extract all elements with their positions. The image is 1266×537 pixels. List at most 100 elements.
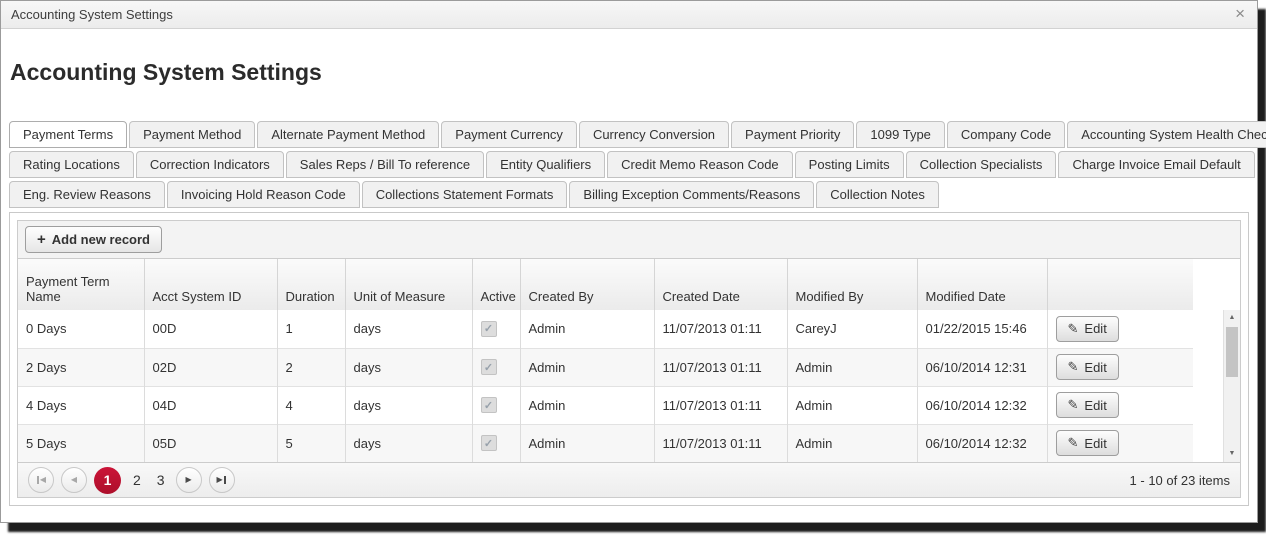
tab-alternate-payment-method[interactable]: Alternate Payment Method xyxy=(257,121,439,148)
grid-header: Payment Term NameAcct System IDDurationU… xyxy=(18,259,1240,310)
cell-unit-of-measure: days xyxy=(345,386,472,424)
grid-rows-area: 0 Days00D1days✓Admin11/07/2013 01:11Care… xyxy=(18,310,1240,462)
column-header-unit-of-measure[interactable]: Unit of Measure xyxy=(345,259,472,310)
tab-collection-specialists[interactable]: Collection Specialists xyxy=(906,151,1057,178)
cell-created-by: Admin xyxy=(520,424,654,462)
payment-terms-grid: + Add new record Payment Term NameAcct S… xyxy=(17,220,1241,498)
active-checkbox: ✓ xyxy=(481,321,497,337)
current-page-indicator: 1 xyxy=(94,467,121,494)
first-page-button[interactable]: ◀ xyxy=(28,467,54,493)
page-link-3[interactable]: 3 xyxy=(153,472,169,488)
column-header-modified-date[interactable]: Modified Date xyxy=(917,259,1047,310)
tab-currency-conversion[interactable]: Currency Conversion xyxy=(579,121,729,148)
column-header-payment-term-name[interactable]: Payment Term Name xyxy=(18,259,144,310)
column-header-duration[interactable]: Duration xyxy=(277,259,345,310)
cell-edit: ✎Edit xyxy=(1047,424,1193,462)
cell-duration: 1 xyxy=(277,310,345,348)
cell-payment-term-name: 2 Days xyxy=(18,348,144,386)
table-row: 2 Days02D2days✓Admin11/07/2013 01:11Admi… xyxy=(18,348,1193,386)
cell-modified-by: Admin xyxy=(787,386,917,424)
tab-posting-limits[interactable]: Posting Limits xyxy=(795,151,904,178)
column-header-acct-system-id[interactable]: Acct System ID xyxy=(144,259,277,310)
column-header-active[interactable]: Active xyxy=(472,259,520,310)
cell-edit: ✎ Edit xyxy=(1047,310,1193,348)
add-new-record-button[interactable]: + Add new record xyxy=(25,226,162,253)
tab-content-panel: + Add new record Payment Term NameAcct S… xyxy=(9,212,1249,506)
tab-payment-method[interactable]: Payment Method xyxy=(129,121,255,148)
cell-unit-of-measure: days xyxy=(345,348,472,386)
edit-button[interactable]: ✎ Edit xyxy=(1056,316,1119,342)
tab-company-code[interactable]: Company Code xyxy=(947,121,1065,148)
tab-1099-type[interactable]: 1099 Type xyxy=(856,121,944,148)
cell-modified-date: 06/10/2014 12:31 xyxy=(917,348,1047,386)
vertical-scrollbar[interactable]: ▲ ▼ xyxy=(1223,310,1240,462)
edit-button-label: Edit xyxy=(1084,321,1106,336)
pencil-icon: ✎ xyxy=(1068,397,1079,413)
cell-modified-by: Admin xyxy=(787,348,917,386)
tab-payment-currency[interactable]: Payment Currency xyxy=(441,121,577,148)
grid-header-row: Payment Term NameAcct System IDDurationU… xyxy=(18,259,1193,310)
table-row: 0 Days00D1days✓Admin11/07/2013 01:11Care… xyxy=(18,310,1193,348)
dialog-titlebar: Accounting System Settings × xyxy=(1,1,1257,29)
cell-payment-term-name: 0 Days xyxy=(18,310,144,348)
tab-sales-reps-bill-to-reference[interactable]: Sales Reps / Bill To reference xyxy=(286,151,484,178)
edit-button-label: Edit xyxy=(1084,398,1106,413)
pencil-icon: ✎ xyxy=(1068,359,1079,375)
tab-row: Eng. Review ReasonsInvoicing Hold Reason… xyxy=(9,181,1249,208)
cell-modified-date: 06/10/2014 12:32 xyxy=(917,424,1047,462)
first-page-icon: ◀ xyxy=(40,476,46,484)
tab-accounting-system-health-check[interactable]: Accounting System Health Check xyxy=(1067,121,1266,148)
tab-rating-locations[interactable]: Rating Locations xyxy=(9,151,134,178)
table-row: 4 Days04D4days✓Admin11/07/2013 01:11Admi… xyxy=(18,386,1193,424)
grid-body: 0 Days00D1days✓Admin11/07/2013 01:11Care… xyxy=(18,310,1193,462)
cell-payment-term-name: 4 Days xyxy=(18,386,144,424)
tab-correction-indicators[interactable]: Correction Indicators xyxy=(136,151,284,178)
plus-icon: + xyxy=(37,234,46,246)
active-checkbox: ✓ xyxy=(481,435,497,451)
tab-row: Rating LocationsCorrection IndicatorsSal… xyxy=(9,151,1249,178)
tab-row: Payment TermsPayment MethodAlternate Pay… xyxy=(9,121,1249,148)
next-page-button[interactable]: ▶ xyxy=(176,467,202,493)
grid-pager: ◀ ◀ 123 ▶ ▶ 1 - 10 of 23 items xyxy=(18,462,1240,497)
scrollbar-thumb[interactable] xyxy=(1226,327,1238,377)
tab-charge-invoice-email-default[interactable]: Charge Invoice Email Default xyxy=(1058,151,1254,178)
add-new-record-label: Add new record xyxy=(52,232,150,247)
cell-acct-system-id: 04D xyxy=(144,386,277,424)
active-checkbox: ✓ xyxy=(481,359,497,375)
close-icon[interactable]: × xyxy=(1235,1,1245,27)
edit-button-label: Edit xyxy=(1084,360,1106,375)
seek-end-bar-icon xyxy=(224,476,226,484)
cell-created-date: 11/07/2013 01:11 xyxy=(654,310,787,348)
tab-invoicing-hold-reason-code[interactable]: Invoicing Hold Reason Code xyxy=(167,181,360,208)
tab-credit-memo-reason-code[interactable]: Credit Memo Reason Code xyxy=(607,151,793,178)
cell-created-date: 11/07/2013 01:11 xyxy=(654,348,787,386)
cell-acct-system-id: 00D xyxy=(144,310,277,348)
edit-button[interactable]: ✎ Edit xyxy=(1056,354,1119,380)
tab-eng-review-reasons[interactable]: Eng. Review Reasons xyxy=(9,181,165,208)
scroll-down-icon[interactable]: ▼ xyxy=(1224,446,1240,462)
tab-payment-terms[interactable]: Payment Terms xyxy=(9,121,127,148)
tab-entity-qualifiers[interactable]: Entity Qualifiers xyxy=(486,151,605,178)
scroll-up-icon[interactable]: ▲ xyxy=(1224,310,1240,326)
tab-payment-priority[interactable]: Payment Priority xyxy=(731,121,854,148)
column-header-created-by[interactable]: Created By xyxy=(520,259,654,310)
cell-active: ✓ xyxy=(472,424,520,462)
tab-billing-exception-comments-reasons[interactable]: Billing Exception Comments/Reasons xyxy=(569,181,814,208)
page-link-2[interactable]: 2 xyxy=(129,472,145,488)
tab-collection-notes[interactable]: Collection Notes xyxy=(816,181,939,208)
pager-info: 1 - 10 of 23 items xyxy=(1130,473,1230,488)
cell-edit: ✎ Edit xyxy=(1047,348,1193,386)
column-header-modified-by[interactable]: Modified By xyxy=(787,259,917,310)
edit-button[interactable]: ✎Edit xyxy=(1056,430,1119,456)
column-header-created-date[interactable]: Created Date xyxy=(654,259,787,310)
last-page-button[interactable]: ▶ xyxy=(209,467,235,493)
last-page-icon: ▶ xyxy=(217,476,223,484)
cell-edit: ✎ Edit xyxy=(1047,386,1193,424)
cell-unit-of-measure: days xyxy=(345,424,472,462)
active-checkbox: ✓ xyxy=(481,397,497,413)
tab-collections-statement-formats[interactable]: Collections Statement Formats xyxy=(362,181,568,208)
edit-button[interactable]: ✎ Edit xyxy=(1056,392,1119,418)
pencil-icon: ✎ xyxy=(1068,321,1079,337)
dialog-content: Accounting System Settings Payment Terms… xyxy=(1,59,1257,506)
previous-page-button[interactable]: ◀ xyxy=(61,467,87,493)
